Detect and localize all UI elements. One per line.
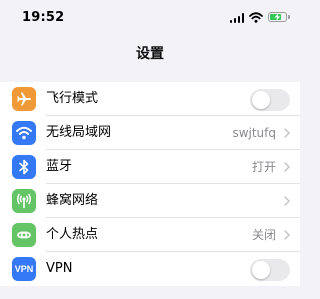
- settings-row-label: 无线局域网: [46, 125, 112, 140]
- settings-row-label: 个人热点: [46, 227, 99, 242]
- settings-row-vpn[interactable]: VPN VPN: [0, 252, 300, 286]
- cellular-icon: [12, 189, 36, 213]
- toggle-knob: [252, 261, 270, 279]
- charging-bolt-icon: [274, 13, 281, 21]
- chevron-right-icon: [284, 162, 290, 172]
- hotspot-status: 关闭: [251, 228, 276, 242]
- settings-row-bluetooth[interactable]: 蓝牙 打开: [0, 150, 300, 184]
- status-bar: 19:52: [0, 0, 300, 36]
- wifi-icon: [12, 121, 36, 145]
- airplane-icon: [12, 87, 36, 111]
- battery-cap: [288, 15, 290, 19]
- chevron-right-icon: [284, 230, 290, 240]
- settings-row-airplane-mode[interactable]: 飞行模式: [0, 82, 300, 116]
- vpn-icon-text: VPN: [14, 264, 34, 274]
- wifi-network-name: swjtufq: [232, 126, 276, 140]
- settings-row-wifi[interactable]: 无线局域网 swjtufq: [0, 116, 300, 150]
- chevron-right-icon: [284, 196, 290, 206]
- vpn-toggle[interactable]: [250, 259, 290, 281]
- settings-row-personal-hotspot[interactable]: 个人热点 关闭: [0, 218, 300, 252]
- bluetooth-icon: [12, 155, 36, 179]
- hotspot-icon: [12, 223, 36, 247]
- page-title: 设置: [136, 46, 164, 62]
- settings-list: 飞行模式 无线局域网 swjtufq 蓝牙 打开 蜂窝网络 个人热点 关闭 VP…: [0, 82, 300, 286]
- bluetooth-status: 打开: [251, 160, 276, 174]
- settings-row-label: 飞行模式: [46, 91, 99, 106]
- settings-row-label: 蓝牙: [46, 159, 73, 174]
- battery-icon: [268, 12, 287, 22]
- toggle-knob: [252, 91, 270, 109]
- settings-row-label: 蜂窝网络: [46, 193, 99, 208]
- chevron-right-icon: [284, 128, 290, 138]
- settings-row-cellular[interactable]: 蜂窝网络: [0, 184, 300, 218]
- airplane-mode-toggle[interactable]: [250, 89, 290, 111]
- wifi-status-icon: [249, 12, 263, 23]
- vpn-icon: VPN: [12, 257, 36, 281]
- status-time: 19:52: [22, 10, 65, 25]
- settings-row-label: VPN: [46, 261, 73, 276]
- cellular-signal-icon: [230, 13, 244, 23]
